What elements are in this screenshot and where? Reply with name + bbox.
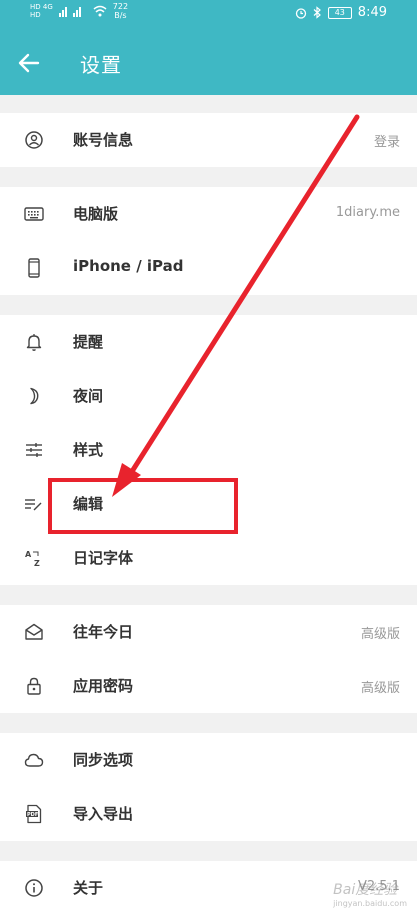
phone-icon	[28, 258, 40, 278]
svg-text:A: A	[25, 550, 32, 559]
settings-item-sync[interactable]: 同步选项	[0, 733, 417, 787]
settings-item-reminder[interactable]: 提醒	[0, 315, 417, 369]
settings-item-label: 样式	[73, 441, 104, 459]
settings-item-label: iPhone / iPad	[73, 257, 184, 275]
settings-item-account[interactable]: 账号信息 登录	[0, 113, 417, 167]
moon-icon	[30, 387, 39, 405]
mail-open-icon	[25, 623, 43, 640]
settings-item-value: 高级版	[360, 627, 400, 642]
network-speed: 722 B/s	[112, 2, 129, 20]
settings-item-label: 电脑版	[73, 205, 119, 223]
status-left: HD 4G HD 722 B/s	[30, 2, 128, 20]
page-title: 设置	[80, 53, 122, 77]
title-bar: 设置	[0, 38, 417, 88]
cloud-icon	[24, 753, 44, 767]
edit-lines-icon	[25, 499, 42, 511]
wifi-icon	[93, 5, 107, 17]
settings-item-value: 高级版	[360, 681, 400, 696]
settings-item-label: 同步选项	[73, 751, 134, 769]
signal-icon	[58, 7, 81, 17]
status-bar: HD 4G HD 722 B/s 43 8:49	[0, 0, 417, 28]
settings-item-value: 1diary.me	[335, 205, 400, 220]
settings-item-label: 往年今日	[73, 623, 134, 641]
keyboard-icon	[24, 207, 44, 221]
settings-item-label: 导入导出	[73, 805, 134, 823]
settings-item-font[interactable]: A Z 日记字体	[0, 531, 417, 585]
settings-item-label: 提醒	[73, 333, 104, 351]
data-section: 同步选项 PDF 导入导出	[0, 733, 417, 841]
user-circle-icon	[25, 131, 43, 149]
clock: 8:49	[357, 5, 387, 20]
settings-item-label: 编辑	[73, 495, 104, 513]
settings-item-desktop[interactable]: 电脑版 1diary.me	[0, 187, 417, 241]
settings-item-edit[interactable]: 编辑	[0, 477, 417, 531]
back-button[interactable]	[14, 48, 44, 78]
network-type-bottom: HD	[30, 11, 41, 19]
preferences-section: 提醒 夜间 样式 编辑 A Z 日记字体	[0, 315, 417, 585]
watermark-main: Bai度经验	[333, 882, 398, 898]
pdf-file-icon: PDF	[26, 804, 42, 824]
settings-item-label: 日记字体	[73, 549, 134, 567]
settings-item-import[interactable]: PDF 导入导出	[0, 787, 417, 841]
signal-indicator: HD 4G HD	[30, 3, 53, 19]
settings-item-label: 应用密码	[73, 677, 134, 695]
settings-item-password[interactable]: 应用密码 高级版	[0, 659, 417, 713]
arrow-left-icon	[18, 53, 40, 73]
bluetooth-icon	[313, 6, 321, 19]
svg-text:PDF: PDF	[27, 812, 38, 818]
settings-item-value: 登录	[373, 135, 400, 150]
lock-icon	[27, 677, 41, 695]
network-type-top: HD 4G	[30, 3, 53, 11]
alarm-icon	[295, 7, 306, 19]
sliders-icon	[26, 443, 42, 457]
battery-indicator: 43	[327, 6, 352, 19]
sort-az-icon: A Z	[25, 550, 40, 568]
premium-section: 往年今日 高级版 应用密码 高级版	[0, 605, 417, 713]
account-section: 账号信息 登录	[0, 113, 417, 167]
settings-item-night[interactable]: 夜间	[0, 369, 417, 423]
settings-item-style[interactable]: 样式	[0, 423, 417, 477]
settings-item-history[interactable]: 往年今日 高级版	[0, 605, 417, 659]
settings-item-label: 夜间	[73, 387, 104, 405]
watermark: Bai度经验 jingyan.baidu.com	[333, 879, 407, 908]
settings-item-label: 账号信息	[73, 131, 134, 149]
settings-item-mobile[interactable]: iPhone / iPad	[0, 241, 417, 295]
info-circle-icon	[25, 879, 43, 897]
watermark-sub: jingyan.baidu.com	[333, 899, 407, 908]
bell-icon	[26, 334, 42, 351]
settings-item-label: 关于	[73, 879, 104, 897]
devices-section: 电脑版 1diary.me iPhone / iPad	[0, 187, 417, 295]
svg-text:Z: Z	[34, 559, 40, 568]
status-right: 43 8:49	[295, 5, 387, 20]
app-header: HD 4G HD 722 B/s 43 8:49 设置	[0, 0, 417, 95]
